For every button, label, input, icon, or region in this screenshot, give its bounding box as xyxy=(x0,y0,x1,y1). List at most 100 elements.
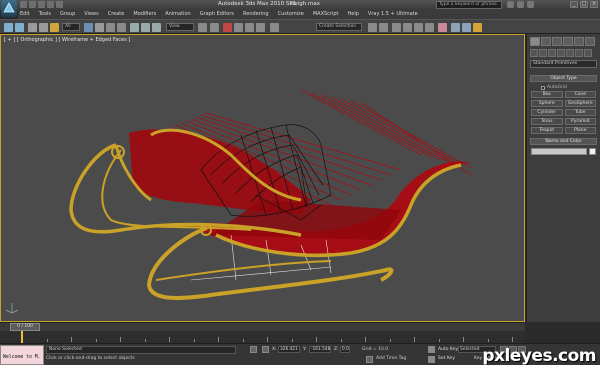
menu-vray[interactable]: Vray 1.5 + Ultimate xyxy=(368,10,418,19)
bind-space-warp-icon[interactable] xyxy=(50,23,59,32)
window-crossing-icon[interactable] xyxy=(117,23,126,32)
object-name-field[interactable] xyxy=(531,148,587,155)
pivot-center-icon[interactable] xyxy=(198,23,207,32)
x-coordinate-field[interactable]: 326.421 xyxy=(278,346,300,353)
spinner-snap-icon[interactable] xyxy=(256,23,265,32)
link-icon[interactable] xyxy=(28,23,37,32)
time-tag-icon[interactable] xyxy=(366,356,373,363)
time-slider-track[interactable]: 0 / 100 xyxy=(0,322,525,331)
set-key-button[interactable]: Set Key xyxy=(438,356,455,361)
close-button[interactable]: × xyxy=(590,1,598,8)
undo-icon[interactable] xyxy=(47,1,54,8)
menu-graph-editors[interactable]: Graph Editors xyxy=(200,10,234,19)
cylinder-button[interactable]: Cylinder xyxy=(531,109,563,116)
menu-rendering[interactable]: Rendering xyxy=(243,10,269,19)
create-tab-icon[interactable] xyxy=(530,37,540,46)
auto-key-button[interactable]: Auto Key xyxy=(438,347,458,352)
menu-views[interactable]: Views xyxy=(84,10,98,19)
select-by-name-icon[interactable] xyxy=(95,23,104,32)
geometry-icon[interactable] xyxy=(530,49,538,57)
box-button[interactable]: Box xyxy=(531,91,563,98)
menu-create[interactable]: Create xyxy=(108,10,125,19)
name-color-rollout[interactable]: Name and Color xyxy=(530,138,597,145)
menu-customize[interactable]: Customize xyxy=(278,10,304,19)
tube-button[interactable]: Tube xyxy=(564,109,596,116)
z-coordinate-field[interactable]: 0.0 xyxy=(340,346,350,353)
rotate-icon[interactable] xyxy=(141,23,150,32)
motion-tab-icon[interactable] xyxy=(563,37,573,46)
autogrid-checkbox[interactable]: AutoGrid xyxy=(541,85,567,90)
pyramid-button[interactable]: Pyramid xyxy=(564,118,596,125)
align-icon[interactable] xyxy=(379,23,388,32)
menu-tools[interactable]: Tools xyxy=(39,10,51,19)
menu-maxscript[interactable]: MAXScript xyxy=(313,10,339,19)
hierarchy-tab-icon[interactable] xyxy=(552,37,562,46)
star-icon[interactable] xyxy=(517,1,524,8)
render-production-icon[interactable] xyxy=(473,23,482,32)
layer-manager-icon[interactable] xyxy=(392,23,401,32)
curve-editor-icon[interactable] xyxy=(414,23,423,32)
graphite-ribbon-icon[interactable] xyxy=(403,23,412,32)
select-object-icon[interactable] xyxy=(84,23,93,32)
reference-coordinate-dropdown[interactable]: View xyxy=(166,23,194,31)
named-selection-set-dropdown[interactable]: Create Selection xyxy=(316,23,362,31)
select-manipulate-icon[interactable] xyxy=(210,23,219,32)
selection-filter-dropdown[interactable]: All xyxy=(62,23,80,31)
object-type-rollout[interactable]: Object Type xyxy=(530,75,597,82)
systems-icon[interactable] xyxy=(584,49,592,57)
menu-group[interactable]: Group xyxy=(60,10,75,19)
search-icon[interactable] xyxy=(507,1,514,8)
maximize-button[interactable]: □ xyxy=(580,1,588,8)
set-key-icon[interactable] xyxy=(428,356,435,363)
percent-snap-icon[interactable] xyxy=(245,23,254,32)
scale-icon[interactable] xyxy=(152,23,161,32)
save-file-icon[interactable] xyxy=(38,1,45,8)
move-icon[interactable] xyxy=(130,23,139,32)
object-color-swatch[interactable] xyxy=(589,148,596,155)
angle-snap-icon[interactable] xyxy=(234,23,243,32)
mirror-icon[interactable] xyxy=(368,23,377,32)
cone-button[interactable]: Cone xyxy=(564,91,596,98)
shapes-icon[interactable] xyxy=(539,49,547,57)
redo-icon[interactable] xyxy=(56,1,63,8)
maxscript-listener[interactable]: Welcome to M. xyxy=(0,345,44,365)
primitive-type-dropdown[interactable]: Standard Primitives xyxy=(530,60,597,68)
search-input[interactable]: Type a keyword or phrase xyxy=(436,1,502,9)
modify-tab-icon[interactable] xyxy=(541,37,551,46)
helpers-icon[interactable] xyxy=(566,49,574,57)
lock-selection-icon[interactable] xyxy=(250,346,257,353)
y-coordinate-field[interactable]: -161.548 xyxy=(309,346,331,353)
material-editor-icon[interactable] xyxy=(438,23,447,32)
redo-icon[interactable] xyxy=(15,23,24,32)
cameras-icon[interactable] xyxy=(557,49,565,57)
rectangular-selection-icon[interactable] xyxy=(106,23,115,32)
open-file-icon[interactable] xyxy=(29,1,36,8)
display-tab-icon[interactable] xyxy=(574,37,584,46)
edit-named-selection-icon[interactable] xyxy=(270,23,279,32)
geosphere-button[interactable]: GeoSphere xyxy=(564,100,596,107)
absolute-mode-icon[interactable] xyxy=(262,346,269,353)
minimize-button[interactable]: _ xyxy=(570,1,578,8)
space-warps-icon[interactable] xyxy=(575,49,583,57)
help-icon[interactable] xyxy=(527,1,534,8)
torus-button[interactable]: Torus xyxy=(531,118,563,125)
rendered-frame-window-icon[interactable] xyxy=(462,23,471,32)
add-time-tag[interactable]: Add Time Tag xyxy=(376,356,406,361)
app-logo[interactable] xyxy=(1,0,17,17)
plane-button[interactable]: Plane xyxy=(564,127,596,134)
schematic-view-icon[interactable] xyxy=(425,23,434,32)
menu-help[interactable]: Help xyxy=(348,10,359,19)
new-file-icon[interactable] xyxy=(20,1,27,8)
render-setup-icon[interactable] xyxy=(451,23,460,32)
lights-icon[interactable] xyxy=(548,49,556,57)
menu-animation[interactable]: Animation xyxy=(165,10,191,19)
utilities-tab-icon[interactable] xyxy=(585,37,595,46)
perspective-viewport[interactable]: [ + ] [ Orthographic ] [ Wireframe + Edg… xyxy=(0,34,525,322)
menu-edit[interactable]: Edit xyxy=(20,10,30,19)
unlink-icon[interactable] xyxy=(39,23,48,32)
menu-modifiers[interactable]: Modifiers xyxy=(133,10,156,19)
sphere-button[interactable]: Sphere xyxy=(531,100,563,107)
track-bar[interactable] xyxy=(0,331,525,343)
snap-toggle-icon[interactable] xyxy=(223,23,232,32)
key-icon[interactable] xyxy=(428,346,435,353)
